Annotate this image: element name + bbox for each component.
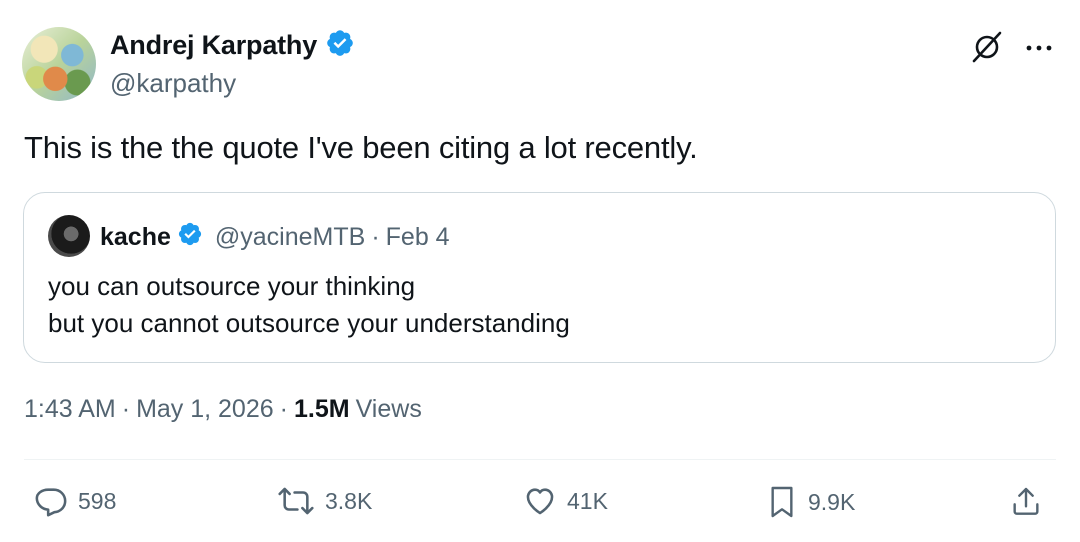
tweet-meta: 1:43 AM · May 1, 2026 · 1.5M Views	[24, 395, 422, 424]
author-handle[interactable]: @karpathy	[110, 68, 236, 99]
quote-text-line-2: but you cannot outsource your understand…	[48, 308, 570, 338]
repost-button[interactable]: 3.8K	[277, 484, 372, 518]
quote-header: kache @yacineMTB · Feb 4	[100, 221, 450, 254]
reply-count: 598	[78, 487, 117, 514]
verified-badge-icon[interactable]	[325, 28, 355, 63]
divider	[24, 459, 1056, 460]
quote-tweet-card[interactable]: kache @yacineMTB · Feb 4 you can outsour…	[23, 192, 1056, 363]
more-icon[interactable]	[1024, 40, 1054, 58]
meta-separator: ·	[279, 395, 288, 423]
quote-author-avatar	[48, 215, 90, 257]
reply-icon	[35, 488, 67, 517]
tweet-time[interactable]: 1:43 AM	[24, 395, 116, 424]
quote-date: Feb 4	[385, 223, 450, 251]
tweet-date[interactable]: May 1, 2026	[136, 395, 274, 424]
quote-author-name: kache	[100, 223, 171, 251]
like-button[interactable]: 41K	[523, 484, 608, 518]
grok-icon[interactable]	[970, 30, 1004, 69]
share-icon	[1013, 487, 1039, 515]
quote-text-line-1: you can outsource your thinking	[48, 271, 416, 301]
author-avatar[interactable]	[22, 27, 96, 101]
author-name[interactable]: Andrej Karpathy	[110, 30, 317, 61]
like-icon	[526, 488, 554, 515]
meta-separator: ·	[121, 395, 131, 423]
views-count: 1.5M	[293, 395, 350, 423]
quote-author-handle: @yacineMTB	[214, 223, 366, 251]
bookmark-button[interactable]: 9.9K	[766, 484, 855, 520]
reply-button[interactable]: 598	[34, 484, 116, 518]
author-name-row: Andrej Karpathy	[110, 28, 355, 63]
bookmark-count: 9.9K	[808, 488, 856, 515]
share-button[interactable]	[1010, 484, 1042, 518]
views-label: Views	[355, 395, 422, 423]
like-count: 41K	[567, 487, 608, 514]
verified-badge-icon	[177, 221, 203, 254]
quote-separator: ·	[371, 223, 380, 251]
repost-icon	[278, 487, 314, 515]
tweet-text: This is the the quote I've been citing a…	[24, 130, 698, 165]
repost-count: 3.8K	[325, 487, 373, 514]
bookmark-icon	[771, 486, 793, 518]
